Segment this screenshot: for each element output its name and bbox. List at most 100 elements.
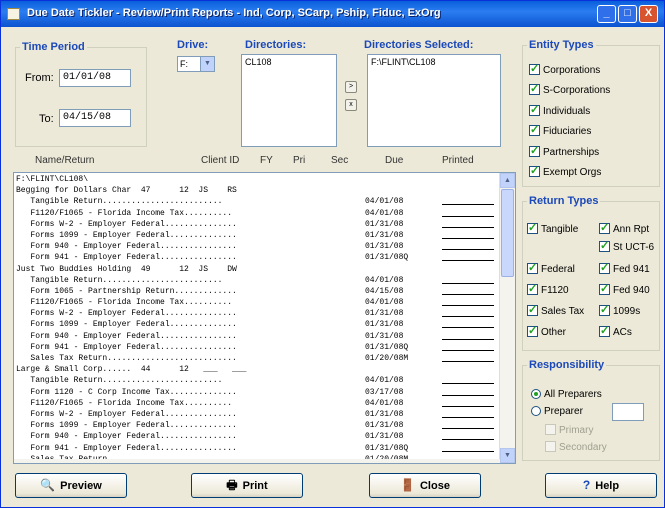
report-line-text: Begging for Dollars Char 47 12 JS RS (16, 186, 237, 196)
vertical-scrollbar[interactable]: ▲ ▼ (499, 173, 515, 463)
checkbox-icon[interactable] (529, 144, 540, 157)
help-button[interactable]: ? Help (545, 473, 657, 498)
checkbox-icon[interactable] (599, 282, 610, 295)
remove-directory-button[interactable]: x (345, 99, 357, 111)
scroll-down-icon[interactable]: ▼ (500, 448, 515, 463)
report-line-due: 01/31/08 (365, 309, 404, 319)
report-line-due: 01/31/08Q (365, 443, 409, 453)
checkbox-icon[interactable] (527, 221, 538, 234)
printed-blank-line (442, 237, 494, 239)
tangible-checkbox[interactable]: Tangible (527, 221, 578, 235)
column-header-client-id: Client ID (201, 155, 240, 166)
selected-directory-item[interactable]: F:\FLINT\CL108 (371, 57, 497, 67)
printed-blank-line (442, 204, 494, 206)
printed-blank-line (442, 416, 494, 418)
minimize-button[interactable]: _ (597, 5, 616, 23)
title-bar[interactable]: Due Date Tickler - Review/Print Reports … (1, 1, 664, 27)
individuals-checkbox[interactable]: Individuals (529, 103, 590, 117)
report-line-due: 01/31/08 (365, 409, 404, 419)
checkbox-label: St UCT-6 (613, 242, 655, 253)
directories-selected-list[interactable]: F:\FLINT\CL108 (367, 54, 501, 147)
drive-select[interactable]: F: ▼ (177, 56, 215, 72)
chevron-down-icon[interactable]: ▼ (200, 57, 214, 71)
all-preparers-radio[interactable]: All Preparers (531, 389, 602, 400)
report-line-due: 01/31/08Q (365, 253, 409, 263)
fiduciaries-checkbox[interactable]: Fiduciaries (529, 123, 591, 137)
checkbox-icon[interactable] (599, 324, 610, 337)
directories-label: Directories: (245, 39, 307, 51)
checkbox-icon[interactable] (527, 324, 538, 337)
acs-checkbox[interactable]: ACs (599, 324, 632, 338)
close-label: Close (419, 480, 450, 492)
directory-item[interactable]: CL108 (245, 57, 333, 67)
corporations-checkbox[interactable]: Corporations (529, 62, 600, 76)
ann-rpt-checkbox[interactable]: Ann Rpt (599, 221, 649, 235)
report-line: Just Two Buddies Holding 49 12 JS DW (16, 264, 500, 275)
maximize-button[interactable]: □ (618, 5, 637, 23)
report-line-due: 01/31/08 (365, 219, 404, 229)
checkbox-icon[interactable] (529, 103, 540, 116)
printed-blank-line (442, 260, 494, 262)
checkbox-icon[interactable] (545, 424, 556, 435)
checkbox-icon[interactable] (527, 303, 538, 316)
report-lines: F:\FLINT\CL108\ Begging for Dollars Char … (16, 174, 500, 463)
1099s-checkbox[interactable]: 1099s (599, 303, 640, 317)
st-uct6-checkbox[interactable]: St UCT-6 (599, 239, 655, 253)
checkbox-icon[interactable] (527, 282, 538, 295)
from-date-field[interactable]: 01/01/08 (59, 69, 131, 87)
checkbox-icon[interactable] (599, 261, 610, 274)
checkbox-icon[interactable] (599, 221, 610, 234)
federal-checkbox[interactable]: Federal (527, 261, 575, 275)
report-preview[interactable]: F:\FLINT\CL108\ Begging for Dollars Char … (13, 172, 516, 464)
secondary-checkbox[interactable]: Secondary (545, 441, 607, 453)
directories-list[interactable]: CL108 (241, 54, 337, 147)
fed-941-checkbox[interactable]: Fed 941 (599, 261, 650, 275)
report-line-due: 01/31/08 (365, 230, 404, 240)
report-line-text: Large & Small Corp...... 44 12 ___ ___ (16, 365, 247, 375)
add-directory-button[interactable]: > (345, 81, 357, 93)
report-line-text: Forms W-2 - Employer Federal............… (16, 219, 237, 229)
report-line-due: 03/17/08 (365, 387, 404, 397)
help-label: Help (595, 480, 620, 492)
report-line-due: 01/31/08Q (365, 342, 409, 352)
scroll-thumb[interactable] (501, 189, 514, 277)
fed-940-checkbox[interactable]: Fed 940 (599, 282, 650, 296)
exempt-orgs-checkbox[interactable]: Exempt Orgs (529, 164, 601, 178)
checkbox-icon[interactable] (529, 123, 540, 136)
print-button[interactable]: 🖶 Print (191, 473, 303, 498)
f1120-checkbox[interactable]: F1120 (527, 282, 569, 296)
door-exit-icon: 🚪 (400, 478, 415, 492)
preparer-radio[interactable]: Preparer (531, 406, 583, 417)
s-corporations-checkbox[interactable]: S-Corporations (529, 82, 610, 96)
report-line: Forms 1099 - Employer Federal...........… (16, 230, 500, 241)
printed-blank-line (442, 394, 494, 396)
horizontal-scrollbar[interactable] (14, 459, 500, 463)
scroll-up-icon[interactable]: ▲ (500, 173, 515, 188)
checkbox-icon[interactable] (599, 303, 610, 316)
radio-icon[interactable] (531, 389, 541, 399)
report-line-due: 04/01/08 (365, 197, 404, 207)
checkbox-icon[interactable] (529, 62, 540, 75)
close-button[interactable]: 🚪 Close (369, 473, 481, 498)
primary-checkbox[interactable]: Primary (545, 424, 593, 436)
sales-tax-checkbox[interactable]: Sales Tax (527, 303, 585, 317)
checkbox-label: Sales Tax (541, 306, 585, 317)
preview-button[interactable]: 🔍 Preview (15, 473, 127, 498)
checkbox-icon[interactable] (527, 261, 538, 274)
partnerships-checkbox[interactable]: Partnerships (529, 144, 599, 158)
return-types-legend: Return Types (529, 195, 599, 207)
checkbox-icon[interactable] (529, 82, 540, 95)
checkbox-icon[interactable] (599, 239, 610, 252)
to-date-field[interactable]: 04/15/08 (59, 109, 131, 127)
report-line-due: 04/15/08 (365, 286, 404, 296)
close-window-button[interactable]: X (639, 5, 658, 23)
checkbox-icon[interactable] (545, 441, 556, 452)
entity-types-legend: Entity Types (529, 39, 594, 51)
preparer-field[interactable] (612, 403, 644, 421)
report-line-due: 01/31/08 (365, 432, 404, 442)
radio-icon[interactable] (531, 406, 541, 416)
help-icon: ? (582, 478, 591, 492)
drive-value: F: (180, 59, 188, 69)
other-checkbox[interactable]: Other (527, 324, 566, 338)
checkbox-icon[interactable] (529, 164, 540, 177)
